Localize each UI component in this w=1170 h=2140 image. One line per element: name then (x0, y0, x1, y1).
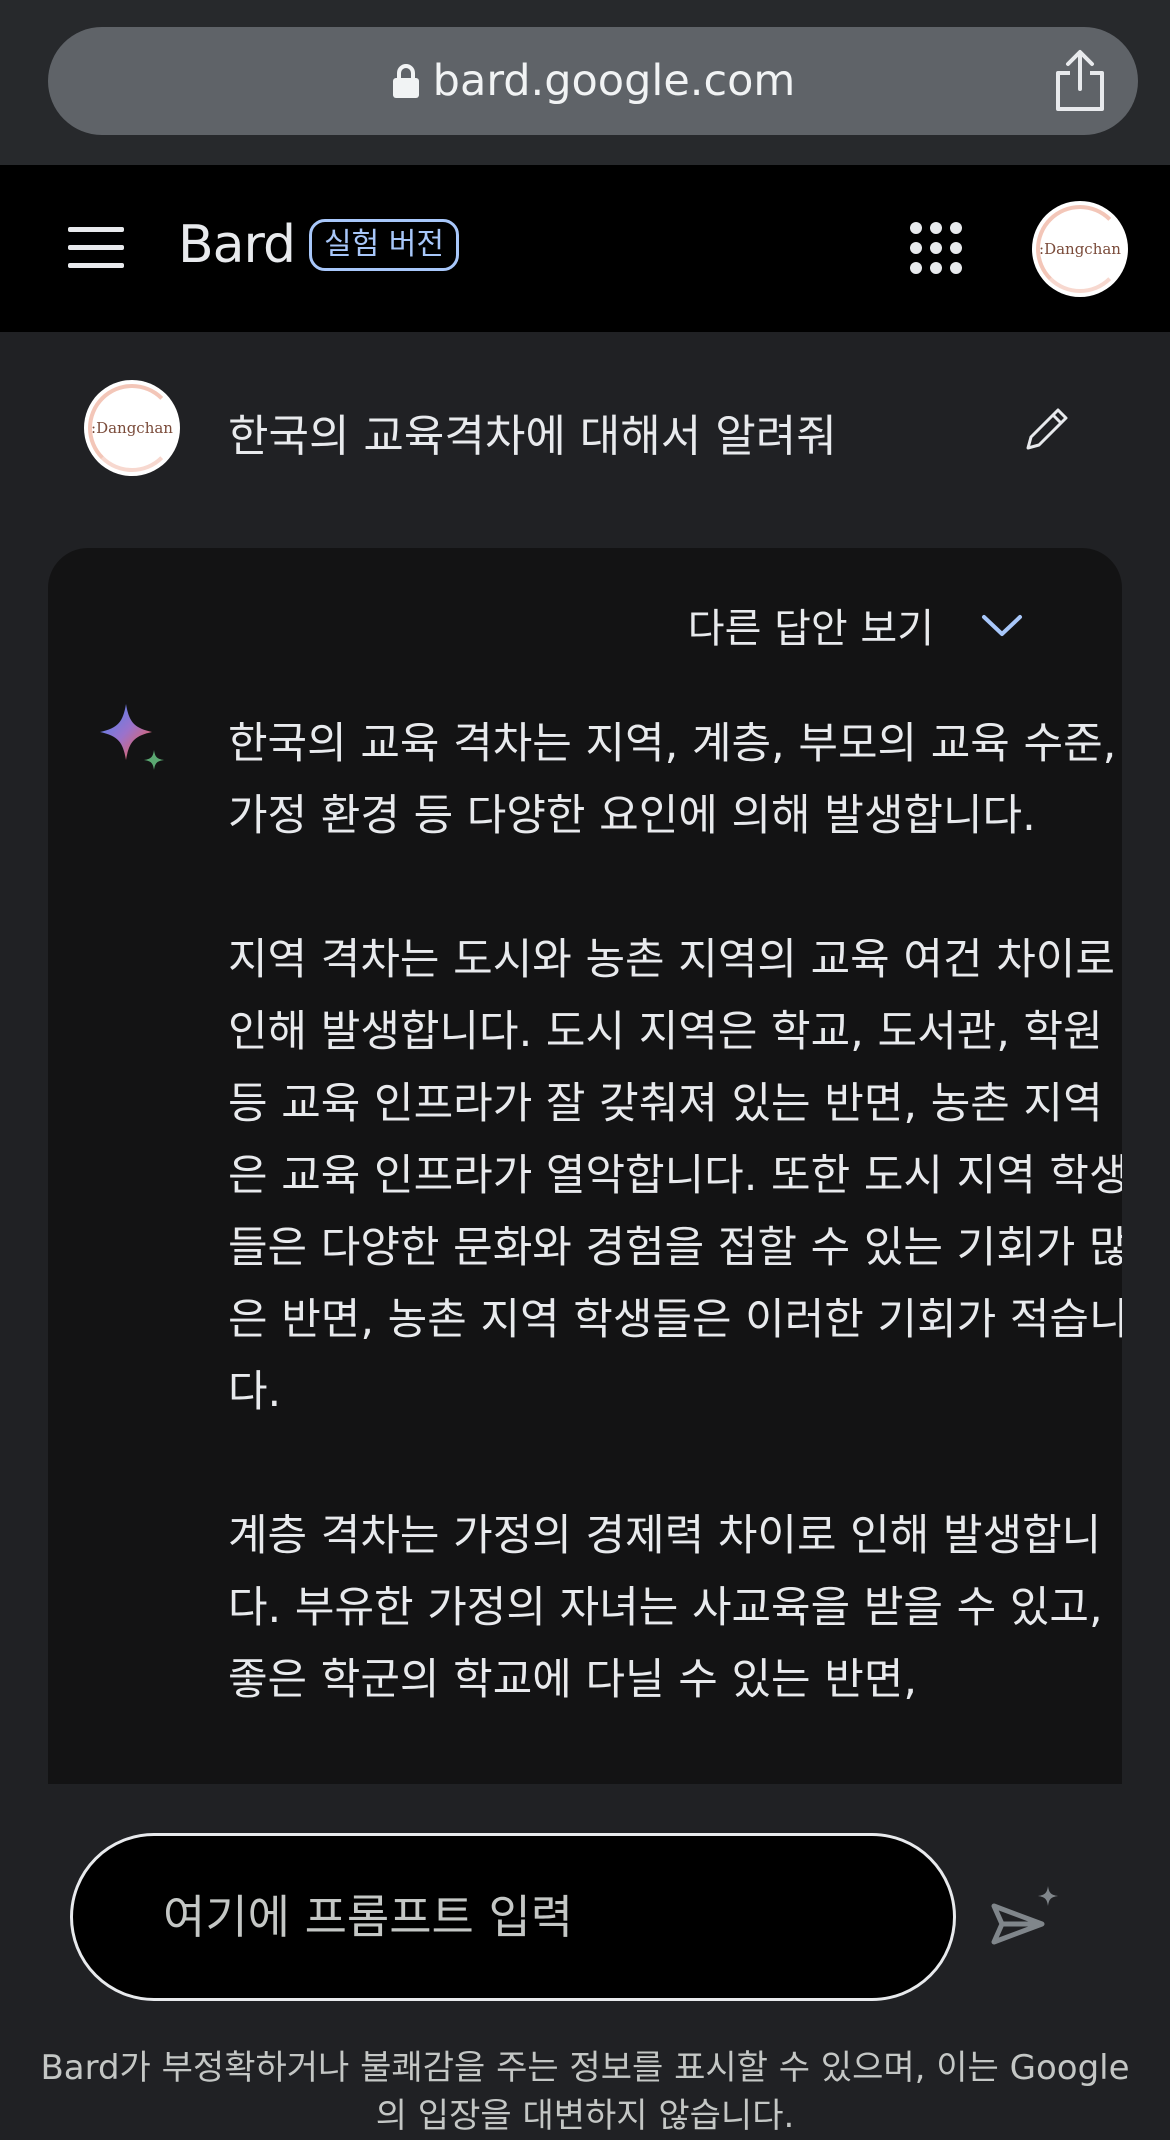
brand: Bard 실험 버전 (178, 215, 459, 275)
account-avatar[interactable]: :Dangchan (1032, 201, 1128, 297)
apps-grid-icon[interactable] (910, 222, 962, 274)
experiment-badge: 실험 버전 (309, 219, 459, 271)
user-message: :Dangchan 한국의 교육격차에 대해서 알려줘 (0, 380, 1170, 480)
drafts-label: 다른 답안 보기 (687, 606, 934, 652)
user-prompt-text: 한국의 교육격차에 대해서 알려줘 (228, 411, 837, 462)
user-avatar: :Dangchan (84, 380, 180, 476)
hamburger-menu-icon[interactable] (68, 225, 124, 271)
response-text: 한국의 교육 격차는 지역, 계층, 부모의 교육 수준, 가정 환경 등 다양… (228, 708, 1122, 1784)
chevron-down-icon (982, 615, 1022, 636)
response-paragraph: 계층 격차는 가정의 경제력 차이로 인해 발생합니다. 부유한 가정의 자녀는… (228, 1511, 1103, 1705)
edit-pencil-icon[interactable] (1022, 404, 1072, 454)
view-other-drafts-button[interactable]: 다른 답안 보기 (688, 596, 1024, 654)
app-header: Bard 실험 버전 :Dangchan (0, 165, 1170, 332)
response-card: 다른 답안 보기 한국의 교육 격차는 지역, 계층, 부모의 교육 수준, 가… (48, 548, 1122, 1784)
address-bar-content: bard.google.com (48, 27, 1138, 135)
prompt-input[interactable] (70, 1833, 956, 2001)
response-paragraph: 지역 격차는 도시와 농촌 지역의 교육 여건 차이로 인해 발생합니다. 도시… (228, 935, 1122, 1417)
send-icon[interactable] (990, 1884, 1062, 1954)
address-bar[interactable]: bard.google.com (48, 27, 1138, 135)
avatar-label: :Dangchan (91, 419, 173, 437)
share-icon[interactable] (1050, 49, 1110, 113)
response-paragraph: 한국의 교육 격차는 지역, 계층, 부모의 교육 수준, 가정 환경 등 다양… (228, 719, 1117, 841)
avatar-label: :Dangchan (1039, 240, 1121, 258)
disclaimer-text: Bard가 부정확하거나 불쾌감을 주는 정보를 표시할 수 있으며, 이는 G… (40, 2048, 1130, 2136)
browser-toolbar: bard.google.com (0, 0, 1170, 165)
url-text: bard.google.com (432, 56, 796, 106)
lock-icon (392, 64, 419, 98)
prompt-composer: Bard가 부정확하거나 불쾌감을 주는 정보를 표시할 수 있으며, 이는 G… (0, 1784, 1170, 2136)
bard-sparkle-icon (100, 704, 164, 770)
brand-name: Bard (178, 215, 296, 275)
